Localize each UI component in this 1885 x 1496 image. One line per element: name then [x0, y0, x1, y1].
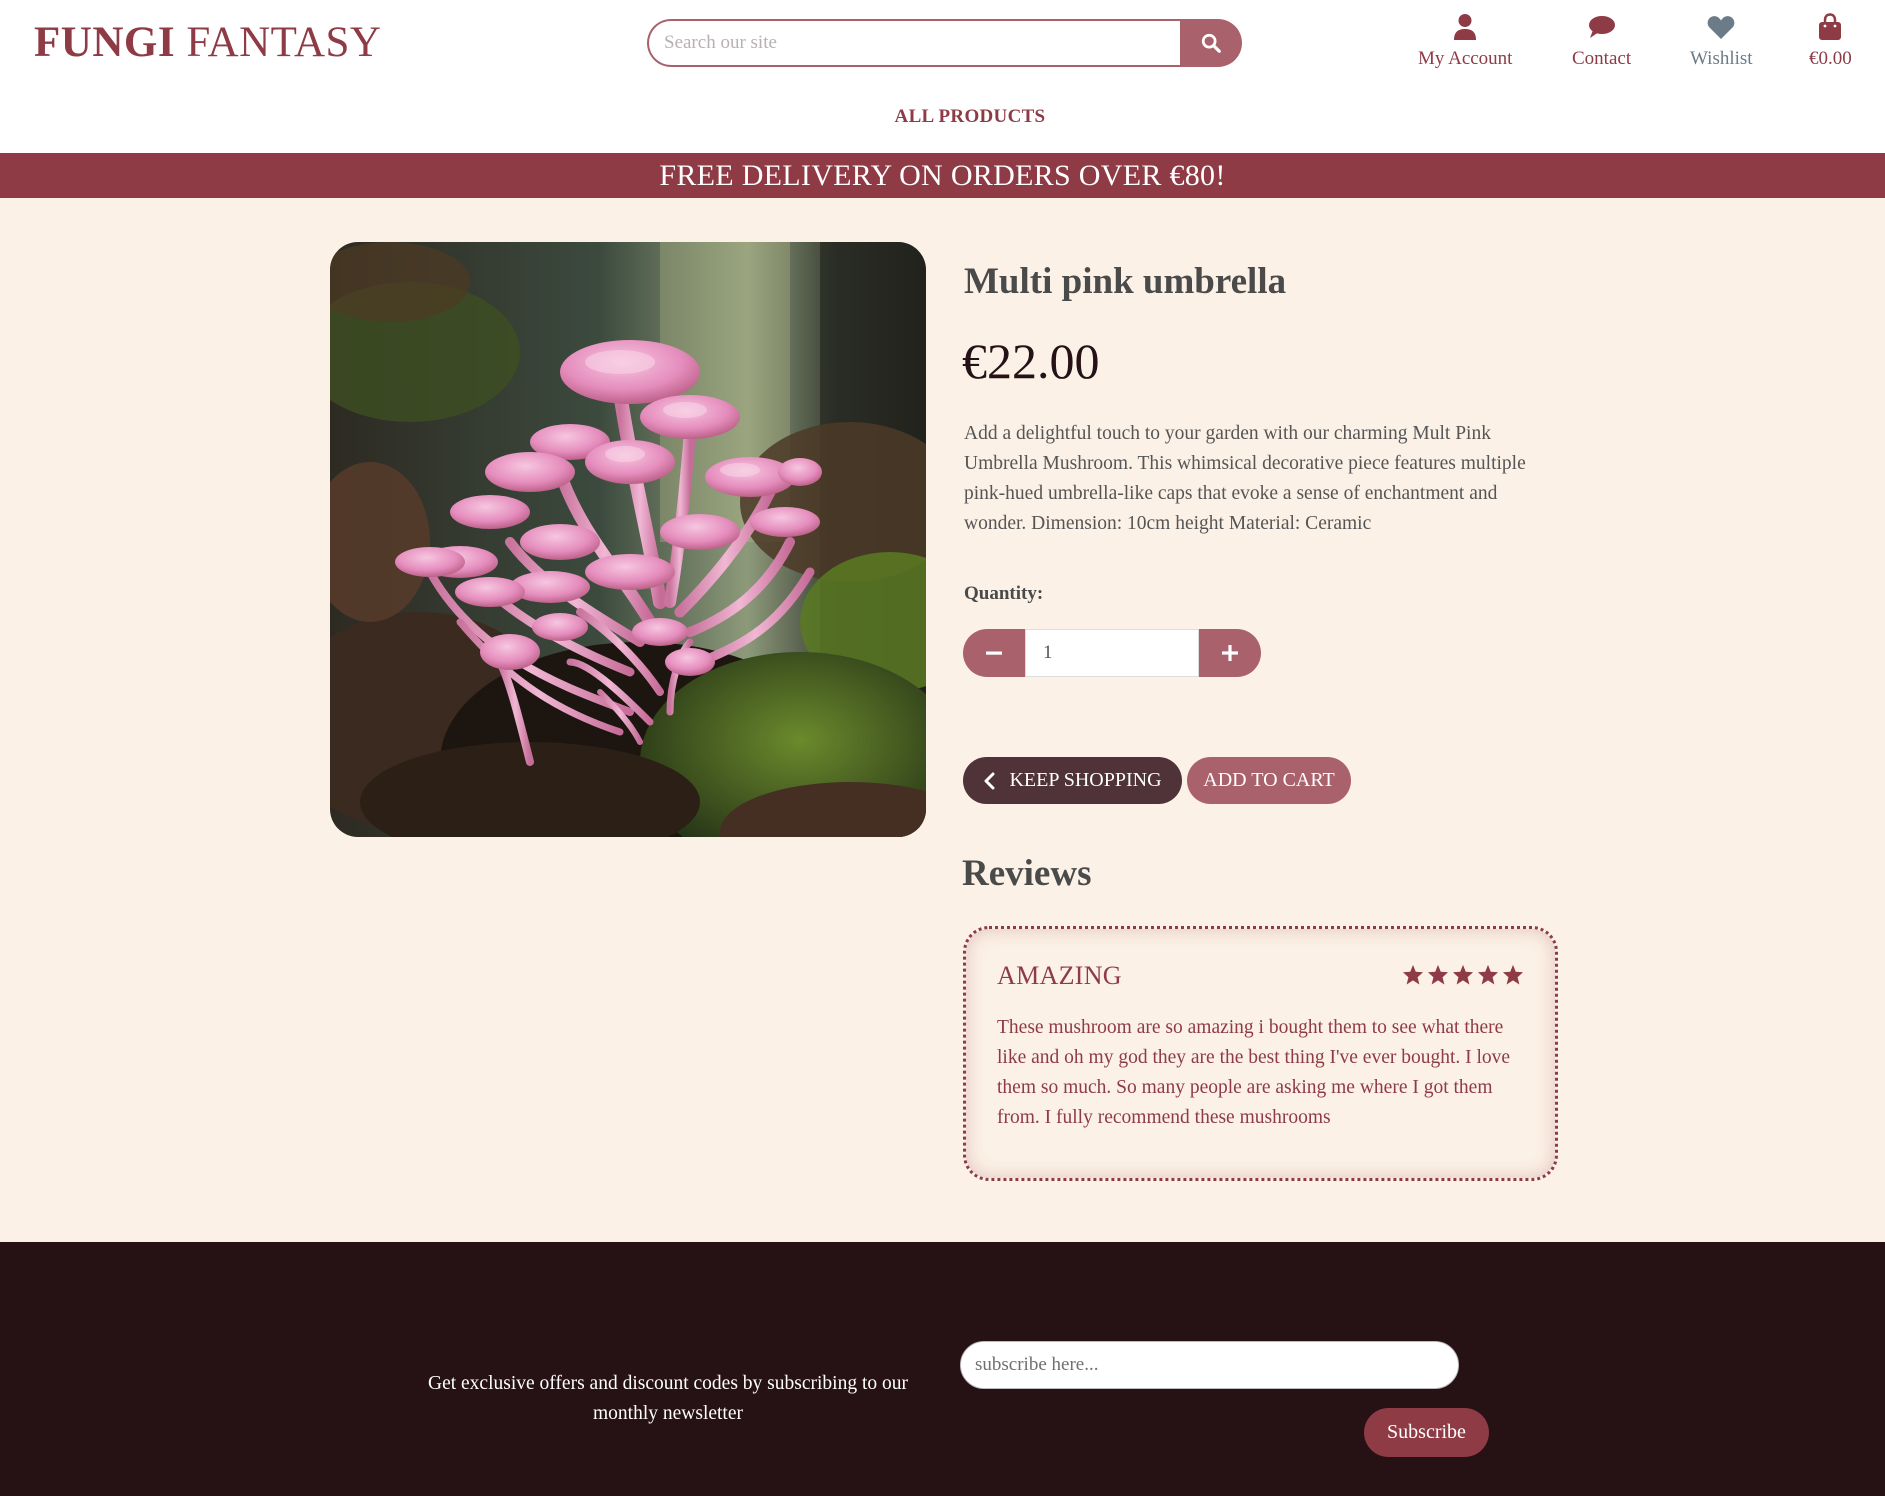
user-icon	[1454, 14, 1477, 40]
free-delivery-banner: FREE DELIVERY ON ORDERS OVER €80!	[0, 153, 1885, 198]
newsletter-text: Get exclusive offers and discount codes …	[428, 1373, 908, 1424]
keep-shopping-button[interactable]: KEEP SHOPPING	[963, 757, 1182, 804]
star-icon	[1502, 964, 1524, 985]
review-card: AMAZING These mushroom are so amazing i …	[963, 926, 1558, 1181]
review-rating	[1402, 964, 1524, 985]
cart-link[interactable]: €0.00	[1809, 12, 1852, 70]
plus-icon	[1222, 645, 1238, 661]
quantity-decrease-button[interactable]	[963, 629, 1025, 677]
main-nav: ALL PRODUCTS	[0, 106, 1885, 128]
my-account-label: My Account	[1418, 48, 1513, 69]
search-bar	[647, 19, 1242, 67]
star-icon	[1427, 964, 1449, 985]
product-description: Add a delightful touch to your garden wi…	[964, 423, 1526, 534]
review-title: AMAZING	[997, 961, 1122, 990]
contact-link[interactable]: Contact	[1572, 12, 1631, 70]
product-title: Multi pink umbrella	[964, 261, 1287, 302]
quantity-label: Quantity:	[964, 583, 1044, 604]
subscribe-button[interactable]: Subscribe	[1364, 1408, 1489, 1457]
product-image	[330, 242, 926, 837]
keep-shopping-label: KEEP SHOPPING	[1009, 769, 1162, 791]
star-icon	[1402, 964, 1424, 985]
logo-bold-text: FUNGI	[34, 19, 176, 66]
speech-bubble-icon	[1588, 16, 1615, 38]
site-footer: Get exclusive offers and discount codes …	[0, 1242, 1885, 1496]
site-logo[interactable]: FUNGI FANTASY	[34, 18, 382, 67]
wishlist-label: Wishlist	[1690, 48, 1753, 69]
heart-icon	[1707, 15, 1735, 39]
site-header: FUNGI FANTASY My Account Contact	[0, 0, 1885, 153]
search-button[interactable]	[1180, 19, 1242, 67]
cart-total: €0.00	[1809, 48, 1852, 69]
search-input[interactable]	[647, 19, 1181, 67]
chevron-left-icon	[984, 772, 995, 789]
logo-rest-text: FANTASY	[186, 19, 382, 66]
review-body: These mushroom are so amazing i bought t…	[997, 1017, 1511, 1128]
minus-icon	[986, 651, 1002, 655]
product-price: €22.00	[962, 333, 1100, 389]
reviews-heading: Reviews	[962, 853, 1092, 894]
newsletter-email-input[interactable]	[960, 1341, 1459, 1389]
quantity-increase-button[interactable]	[1199, 629, 1261, 677]
star-icon	[1477, 964, 1499, 985]
add-to-cart-label: ADD TO CART	[1203, 769, 1335, 791]
star-icon	[1452, 964, 1474, 985]
subscribe-label: Subscribe	[1387, 1421, 1466, 1443]
shopping-bag-icon	[1819, 13, 1842, 40]
wishlist-link[interactable]: Wishlist	[1690, 12, 1753, 70]
contact-label: Contact	[1572, 48, 1632, 69]
quantity-input[interactable]	[1025, 629, 1199, 677]
my-account-link[interactable]: My Account	[1418, 12, 1512, 70]
search-icon	[1201, 33, 1221, 53]
quantity-stepper	[963, 629, 1261, 677]
nav-all-products[interactable]: ALL PRODUCTS	[895, 106, 1046, 127]
add-to-cart-button[interactable]: ADD TO CART	[1187, 757, 1351, 804]
